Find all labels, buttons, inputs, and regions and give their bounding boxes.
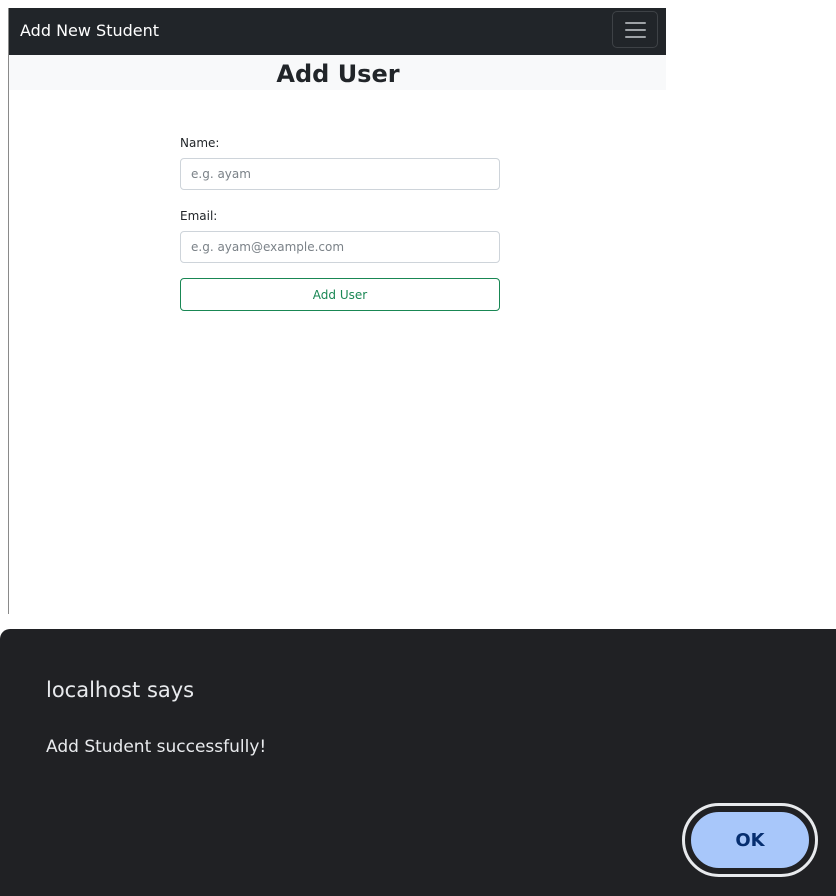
- ok-button[interactable]: OK: [689, 810, 811, 870]
- email-input[interactable]: [180, 231, 500, 263]
- navbar-toggler-button[interactable]: [612, 11, 658, 48]
- screen: Add New Student Add User Name: Email: Ad…: [0, 0, 836, 896]
- dialog-message: Add Student successfully!: [46, 737, 267, 757]
- name-label: Name:: [180, 136, 220, 150]
- browser-viewport: Add New Student Add User Name: Email: Ad…: [8, 8, 666, 614]
- dialog-title: localhost says: [46, 678, 195, 702]
- alert-dialog: localhost says Add Student successfully!…: [0, 629, 836, 896]
- navbar-brand[interactable]: Add New Student: [20, 21, 159, 41]
- navbar: Add New Student: [9, 8, 666, 55]
- page-title: Add User: [276, 60, 400, 88]
- name-input[interactable]: [180, 158, 500, 190]
- add-user-button[interactable]: Add User: [180, 278, 500, 311]
- email-label: Email:: [180, 209, 218, 223]
